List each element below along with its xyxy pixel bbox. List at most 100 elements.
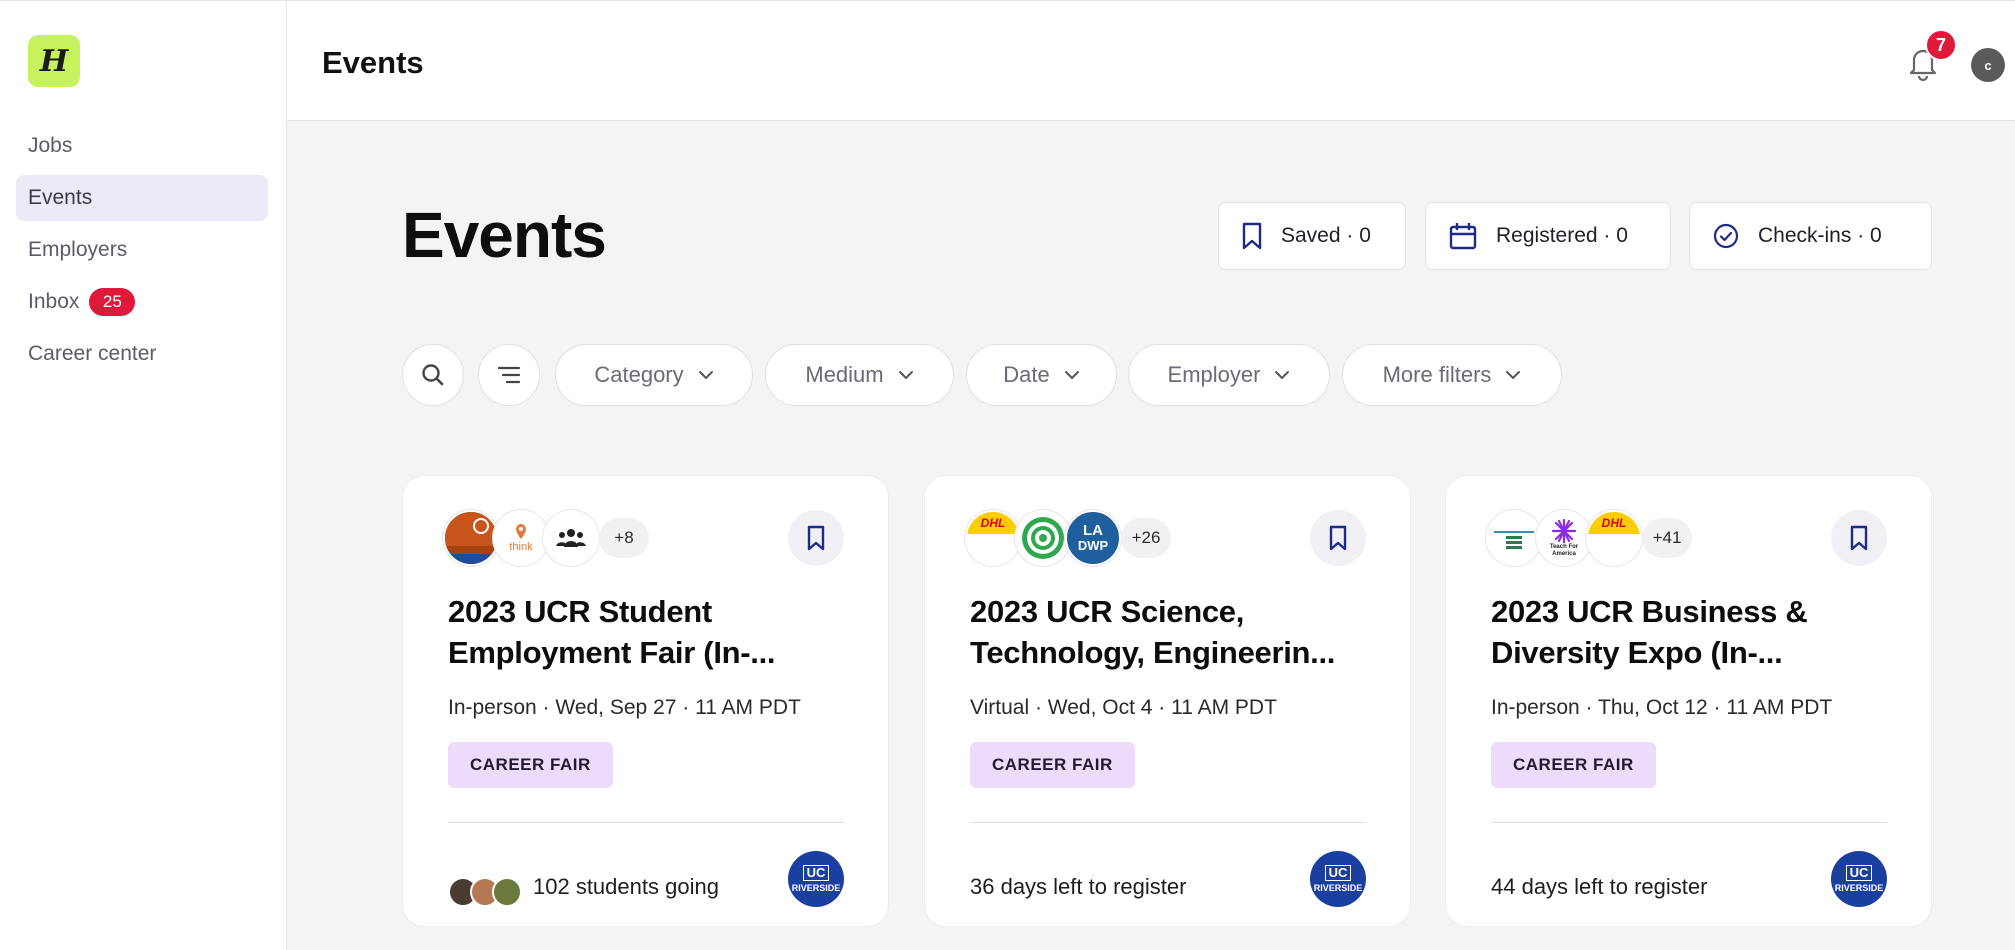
category-filter[interactable]: Category xyxy=(555,344,753,406)
bookmark-icon xyxy=(1850,525,1868,551)
medium-filter[interactable]: Medium xyxy=(765,344,954,406)
employer-logo-text: DHL xyxy=(980,516,1006,530)
top-bar: Events 7 c xyxy=(287,0,2015,121)
checkins-count-label: Check-ins · 0 xyxy=(1758,224,1882,247)
search-icon xyxy=(422,364,444,386)
registration-deadline-text: 44 days left to register xyxy=(1491,874,1708,899)
event-category-tag: CAREER FAIR xyxy=(448,742,613,788)
sidebar-item-employers[interactable]: Employers xyxy=(16,227,268,273)
registered-button[interactable]: Registered · 0 xyxy=(1425,202,1671,270)
ucr-career-center-logo: UC RIVERSIDE xyxy=(1310,851,1366,907)
ucr-logo-riverside: RIVERSIDE xyxy=(1313,883,1363,893)
employer-filter[interactable]: Employer xyxy=(1128,344,1330,406)
checkins-button[interactable]: Check-ins · 0 xyxy=(1689,202,1932,270)
concentric-circles-logo xyxy=(1022,517,1064,559)
page-title: Events xyxy=(402,199,607,271)
more-employers-count: +8 xyxy=(599,518,649,558)
registration-deadline-text: 36 days left to register xyxy=(970,874,1187,899)
bookmark-button[interactable] xyxy=(788,510,844,566)
employer-logo-text: LA xyxy=(1083,522,1103,539)
card-divider xyxy=(448,822,844,823)
more-employers-count: +41 xyxy=(1642,518,1692,558)
event-meta: In-person · Wed, Sep 27 · 11 AM PDT xyxy=(448,696,801,719)
bookmark-button[interactable] xyxy=(1831,510,1887,566)
bookmark-icon xyxy=(1329,525,1347,551)
card-divider xyxy=(970,822,1366,823)
students-going-text: 102 students going xyxy=(533,874,719,899)
employer-logos: Teach For America DHL +41 xyxy=(1486,510,1692,566)
event-card[interactable]: think +8 2023 UCR Student Employment Fai… xyxy=(402,475,889,927)
employer-logo-graphic xyxy=(445,512,497,564)
search-button[interactable] xyxy=(402,344,464,406)
sidebar-item-label: Jobs xyxy=(28,134,73,157)
sort-button[interactable] xyxy=(478,344,540,406)
employer-logo: LA DWP xyxy=(1065,510,1121,566)
bookmark-icon xyxy=(1242,222,1262,250)
event-category-tag: CAREER FAIR xyxy=(970,742,1135,788)
attendee-avatars xyxy=(448,877,522,907)
event-title[interactable]: 2023 UCR Business & Diversity Expo (In-.… xyxy=(1491,591,1891,673)
employer-logos: think +8 xyxy=(443,510,649,566)
calendar-icon xyxy=(1449,223,1477,250)
check-circle-icon xyxy=(1713,223,1739,249)
ucr-career-center-logo: UC RIVERSIDE xyxy=(1831,851,1887,907)
event-card[interactable]: Teach For America DHL +41 2023 UCR Busin… xyxy=(1445,475,1932,927)
bookmark-button[interactable] xyxy=(1310,510,1366,566)
notification-count-badge: 7 xyxy=(1925,29,1957,61)
sidebar-item-label: Career center xyxy=(28,342,157,365)
chevron-down-icon xyxy=(898,371,913,380)
more-employers-count: +26 xyxy=(1121,518,1171,558)
employer-logo-text: think xyxy=(509,541,533,553)
employer-logo-text: DHL xyxy=(1601,516,1627,530)
sidebar-item-career-center[interactable]: Career center xyxy=(16,331,268,377)
card-divider xyxy=(1491,822,1887,823)
sidebar-item-jobs[interactable]: Jobs xyxy=(16,123,268,169)
employer-filter-label: Employer xyxy=(1167,362,1261,387)
employer-logo-graphic xyxy=(1494,531,1534,549)
people-group-icon xyxy=(556,529,586,547)
saved-button[interactable]: Saved · 0 xyxy=(1218,202,1406,270)
employer-logo: DHL xyxy=(1586,510,1642,566)
inbox-count-badge: 25 xyxy=(89,288,136,316)
sidebar-item-label: Inbox xyxy=(28,290,80,313)
event-card[interactable]: DHL LA DWP +26 2023 UCR Science, Technol… xyxy=(924,475,1411,927)
ucr-career-center-logo: UC RIVERSIDE xyxy=(788,851,844,907)
starburst-icon xyxy=(1551,518,1577,544)
medium-filter-label: Medium xyxy=(805,362,884,387)
more-filters-label: More filters xyxy=(1382,362,1492,387)
dhl-band: DHL xyxy=(967,512,1019,534)
employer-logo xyxy=(443,510,499,566)
employer-logo-text: DWP xyxy=(1077,538,1109,553)
ucr-logo-riverside: RIVERSIDE xyxy=(791,883,841,893)
event-title[interactable]: 2023 UCR Science, Technology, Engineerin… xyxy=(970,591,1370,673)
ucr-logo-uc: UC xyxy=(1845,865,1873,881)
event-category-tag: CAREER FAIR xyxy=(1491,742,1656,788)
attendee-avatar xyxy=(492,877,522,907)
ucr-logo-uc: UC xyxy=(802,865,830,881)
dhl-band: DHL xyxy=(1588,512,1640,534)
handshake-logo[interactable]: H xyxy=(28,35,80,87)
chevron-down-icon xyxy=(1275,371,1290,380)
ucr-logo-uc: UC xyxy=(1324,865,1352,881)
employer-logo: Teach For America xyxy=(1536,510,1592,566)
bookmark-icon xyxy=(807,525,825,551)
category-filter-label: Category xyxy=(594,362,684,387)
more-filters-button[interactable]: More filters xyxy=(1342,344,1562,406)
date-filter-label: Date xyxy=(1003,362,1050,387)
employer-logo: DHL xyxy=(965,510,1021,566)
sidebar: H Jobs Events Employers Inbox 25 Career … xyxy=(0,0,287,950)
date-filter[interactable]: Date xyxy=(966,344,1117,406)
employer-logo xyxy=(543,510,599,566)
sidebar-item-events[interactable]: Events xyxy=(16,175,268,221)
sidebar-item-label: Events xyxy=(28,186,93,209)
sidebar-item-inbox[interactable]: Inbox 25 xyxy=(16,279,268,325)
chevron-down-icon xyxy=(698,371,713,380)
chevron-down-icon xyxy=(1064,371,1079,380)
sidebar-nav: Jobs Events Employers Inbox 25 Career ce… xyxy=(16,123,268,383)
employer-logo-text: Teach For America xyxy=(1549,544,1579,557)
registered-count-label: Registered · 0 xyxy=(1496,224,1628,247)
ucr-logo-riverside: RIVERSIDE xyxy=(1834,883,1884,893)
pin-icon xyxy=(516,524,526,539)
user-avatar[interactable]: c xyxy=(1971,48,2005,82)
event-title[interactable]: 2023 UCR Student Employment Fair (In-... xyxy=(448,591,848,673)
